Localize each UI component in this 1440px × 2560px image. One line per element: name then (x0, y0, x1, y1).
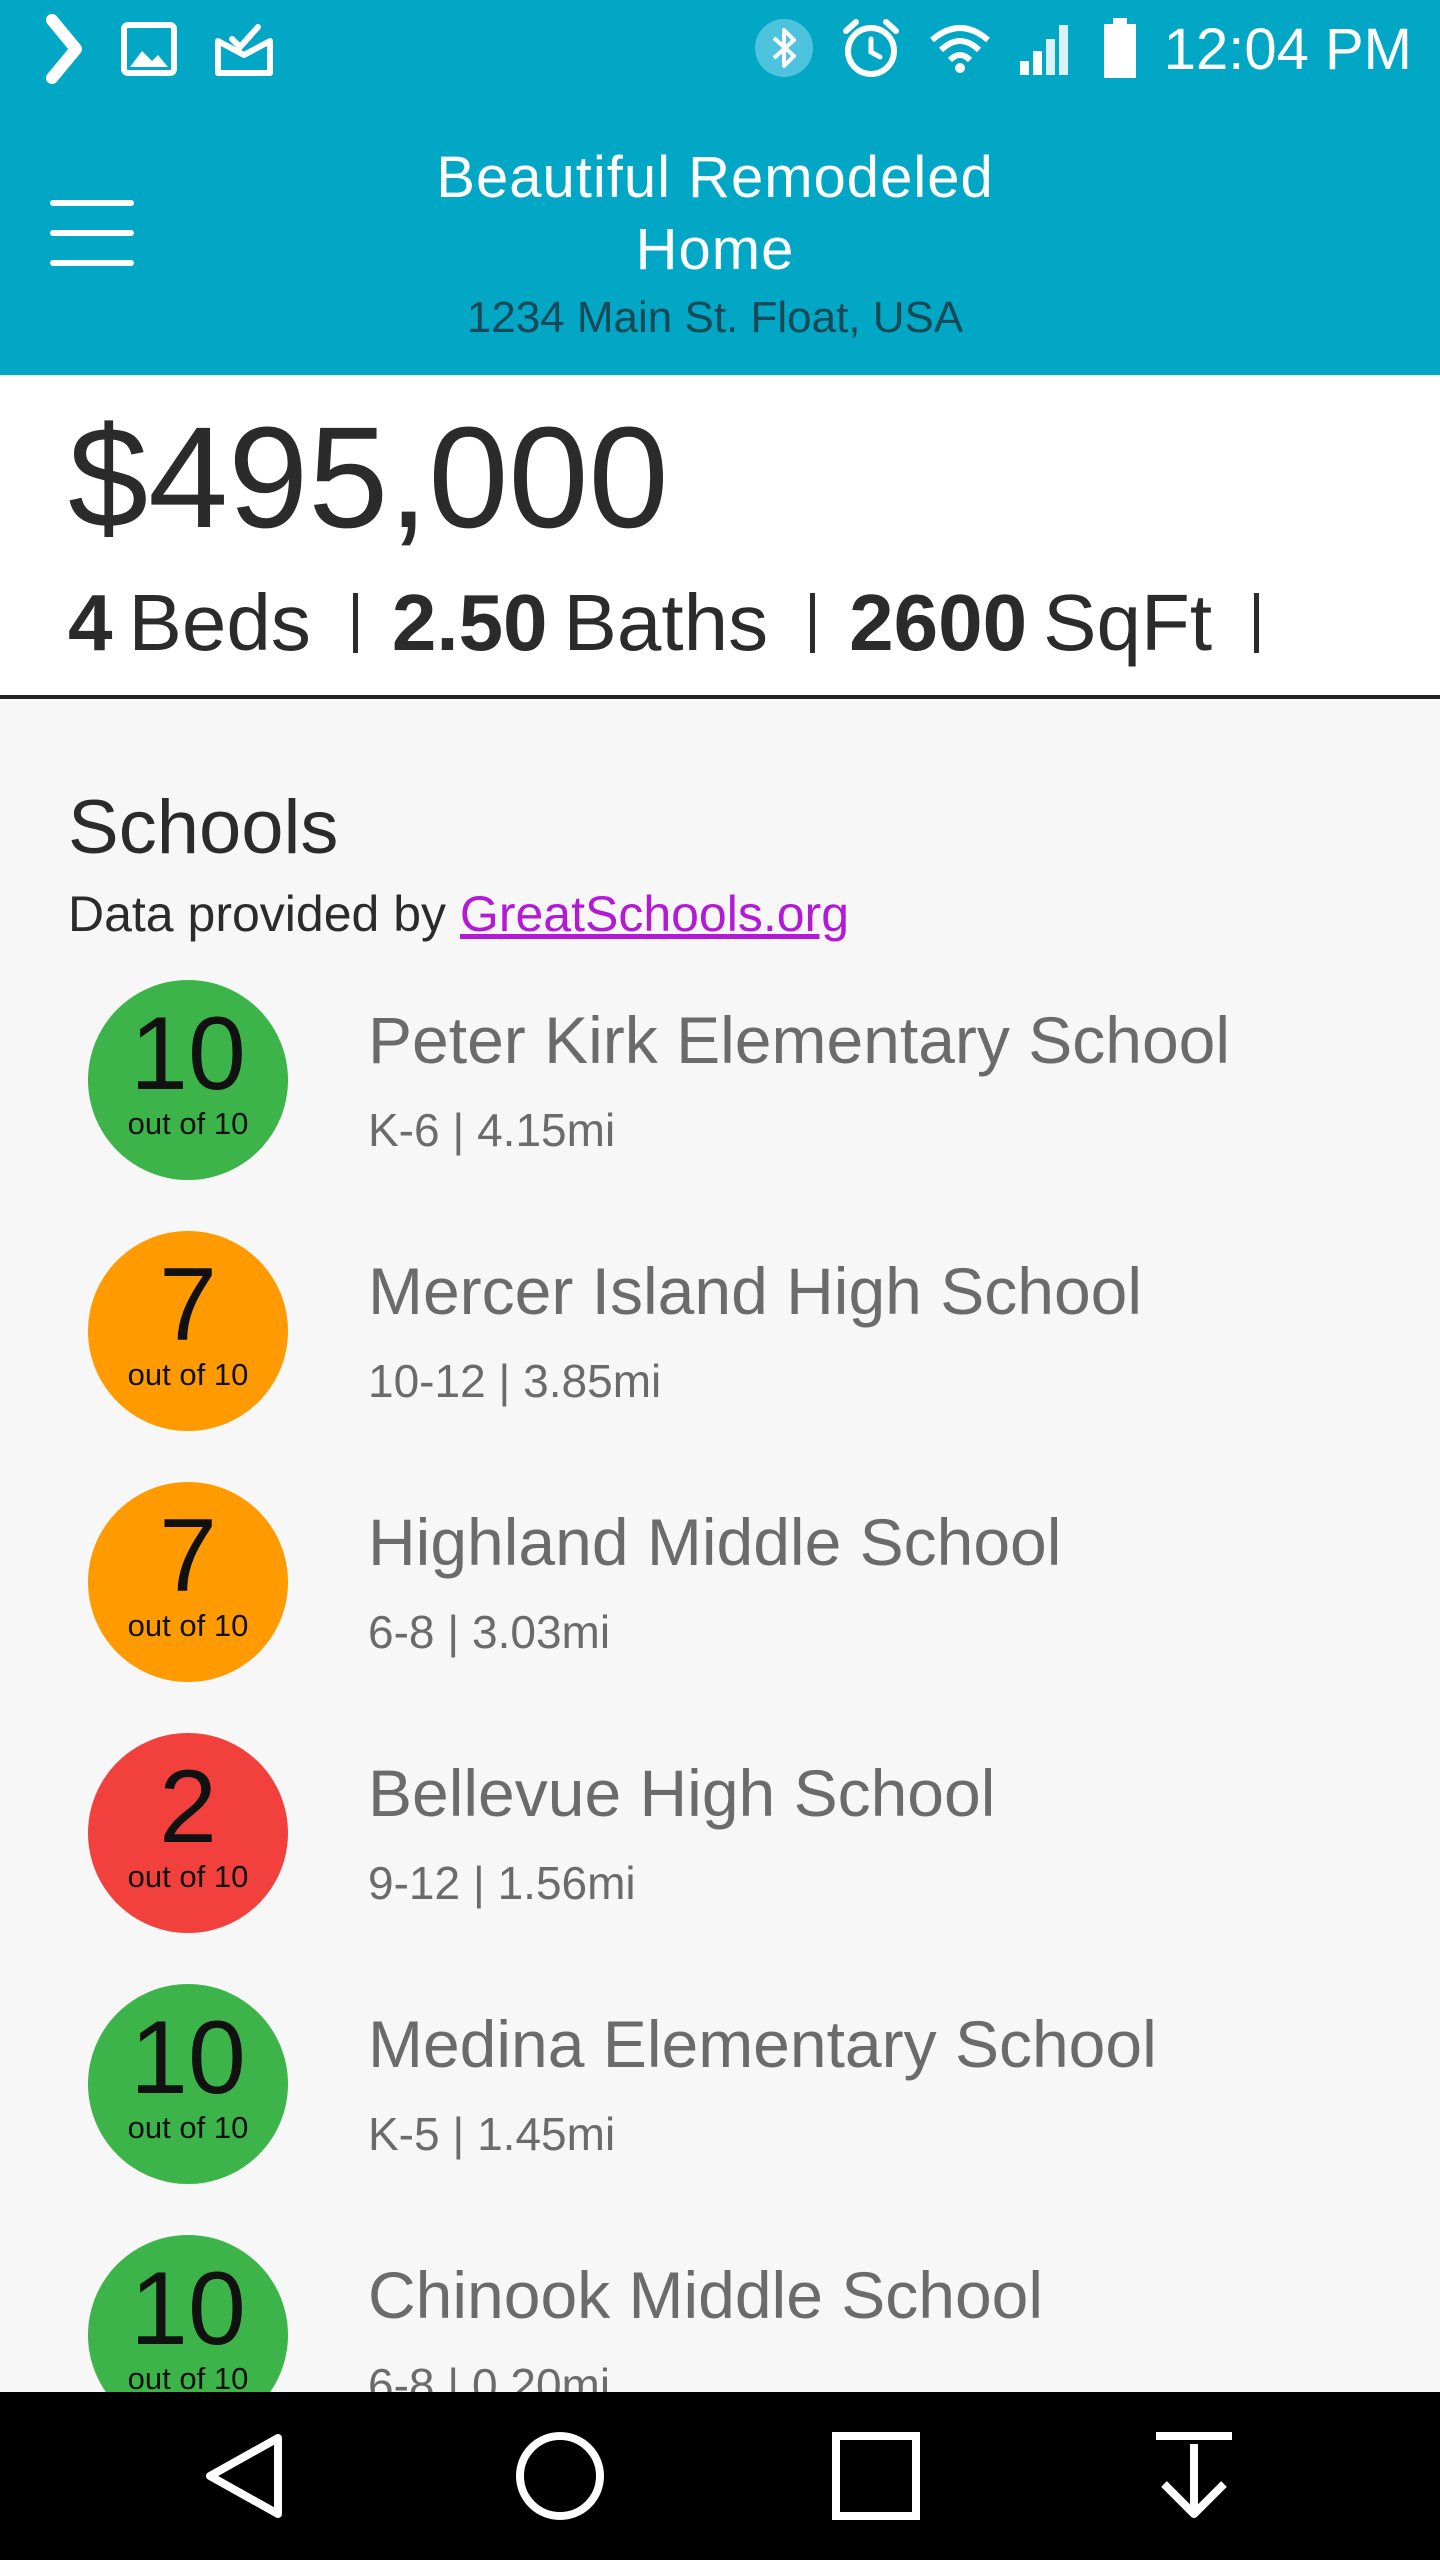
school-name: Medina Elementary School (368, 2007, 1157, 2081)
menu-icon-line (50, 260, 134, 266)
menu-icon-line (50, 200, 134, 206)
school-meta: 9-12 | 1.56mi (368, 1857, 636, 1909)
school-meta: 6-8 | 0.20mi (368, 2359, 611, 2392)
baths-label: Baths (563, 578, 769, 667)
chevron-right-icon (46, 14, 86, 89)
title-block: Beautiful Remodeled Home 1234 Main St. F… (360, 142, 1070, 350)
greatschools-link[interactable]: GreatSchools.org (460, 886, 849, 942)
school-item[interactable]: 7 out of 10 Highland Middle School 6-8 |… (0, 1482, 1440, 1702)
school-item[interactable]: 2 out of 10 Bellevue High School 9-12 | … (0, 1733, 1440, 1953)
recents-icon[interactable] (826, 2426, 926, 2526)
page-subtitle-address: 1234 Main St. Float, USA (466, 293, 964, 342)
rating-suffix: out of 10 (127, 1608, 249, 1643)
school-rating-badge: 10 out of 10 (88, 1984, 288, 2184)
listing-summary: $495,000 4 Beds 2.50 Baths 2600 SqFt (0, 375, 1440, 699)
school-list[interactable]: 10 out of 10 Peter Kirk Elementary Schoo… (0, 980, 1440, 2392)
school-rating-badge: 10 out of 10 (88, 980, 288, 1180)
price: $495,000 (68, 397, 669, 558)
school-rating-badge: 2 out of 10 (88, 1733, 288, 1933)
beds-value: 4 (68, 578, 113, 667)
baths-fact: 2.50 Baths (392, 573, 768, 673)
page-title: Beautiful Remodeled Home (436, 145, 994, 282)
alarm-icon (840, 17, 902, 84)
fact-divider (352, 593, 358, 653)
schools-credit: Data provided by GreatSchools.org (68, 880, 849, 948)
rating-suffix: out of 10 (127, 1357, 249, 1392)
rating-suffix: out of 10 (127, 1859, 249, 1894)
home-icon[interactable] (510, 2426, 610, 2526)
school-meta: K-6 | 4.15mi (368, 1104, 616, 1156)
school-item[interactable]: 10 out of 10 Medina Elementary School K-… (0, 1984, 1440, 2204)
school-name: Mercer Island High School (368, 1254, 1143, 1328)
school-name: Peter Kirk Elementary School (368, 1003, 1231, 1077)
sqft-fact: 2600 SqFt (849, 573, 1212, 673)
school-item[interactable]: 7 out of 10 Mercer Island High School 10… (0, 1231, 1440, 1451)
school-name: Chinook Middle School (368, 2258, 1044, 2332)
system-nav-bar (0, 2392, 1440, 2560)
school-rating-badge: 10 out of 10 (88, 2235, 288, 2392)
rating-value: 10 (130, 2000, 246, 2116)
property-facts: 4 Beds 2.50 Baths 2600 SqFt (68, 573, 1293, 673)
school-rating-badge: 7 out of 10 (88, 1231, 288, 1431)
sqft-label: SqFt (1043, 578, 1213, 667)
status-bar: 12:04 PM (0, 0, 1440, 100)
app-bar: Beautiful Remodeled Home 1234 Main St. F… (0, 100, 1440, 375)
school-name: Bellevue High School (368, 1756, 996, 1830)
school-meta: K-5 | 1.45mi (368, 2108, 616, 2160)
school-item[interactable]: 10 out of 10 Peter Kirk Elementary Schoo… (0, 980, 1440, 1200)
fact-divider (810, 593, 816, 653)
schools-heading: Schools (68, 785, 339, 870)
menu-icon-line (50, 230, 134, 236)
menu-button[interactable] (50, 200, 134, 266)
baths-value: 2.50 (391, 578, 548, 667)
status-right-icons: 12:04 PM (754, 14, 1412, 86)
back-icon[interactable] (196, 2426, 296, 2526)
rating-value: 10 (130, 996, 246, 1112)
rating-suffix: out of 10 (127, 1106, 249, 1141)
rating-value: 2 (159, 1749, 217, 1865)
credit-prefix: Data provided by (68, 886, 447, 942)
sqft-value: 2600 (849, 578, 1028, 667)
beds-label: Beds (128, 578, 311, 667)
image-icon (120, 21, 178, 82)
school-meta: 10-12 | 3.85mi (368, 1355, 662, 1407)
school-item[interactable]: 10 out of 10 Chinook Middle School 6-8 |… (0, 2235, 1440, 2392)
status-time: 12:04 PM (1163, 17, 1412, 82)
rating-suffix: out of 10 (127, 2361, 249, 2392)
beds-fact: 4 Beds (68, 573, 311, 673)
rating-value: 10 (130, 2251, 246, 2367)
bluetooth-icon (754, 18, 814, 83)
school-meta: 6-8 | 3.03mi (368, 1606, 611, 1658)
school-name: Highland Middle School (368, 1505, 1062, 1579)
mail-check-icon (212, 21, 276, 82)
signal-icon (1018, 19, 1076, 82)
wifi-icon (928, 22, 992, 79)
status-left-icons (46, 14, 276, 89)
rating-value: 7 (159, 1247, 217, 1363)
notifications-down-icon[interactable] (1144, 2426, 1244, 2526)
school-rating-badge: 7 out of 10 (88, 1482, 288, 1682)
battery-icon (1102, 17, 1138, 84)
fact-divider (1254, 593, 1260, 653)
rating-value: 7 (159, 1498, 217, 1614)
rating-suffix: out of 10 (127, 2110, 249, 2145)
